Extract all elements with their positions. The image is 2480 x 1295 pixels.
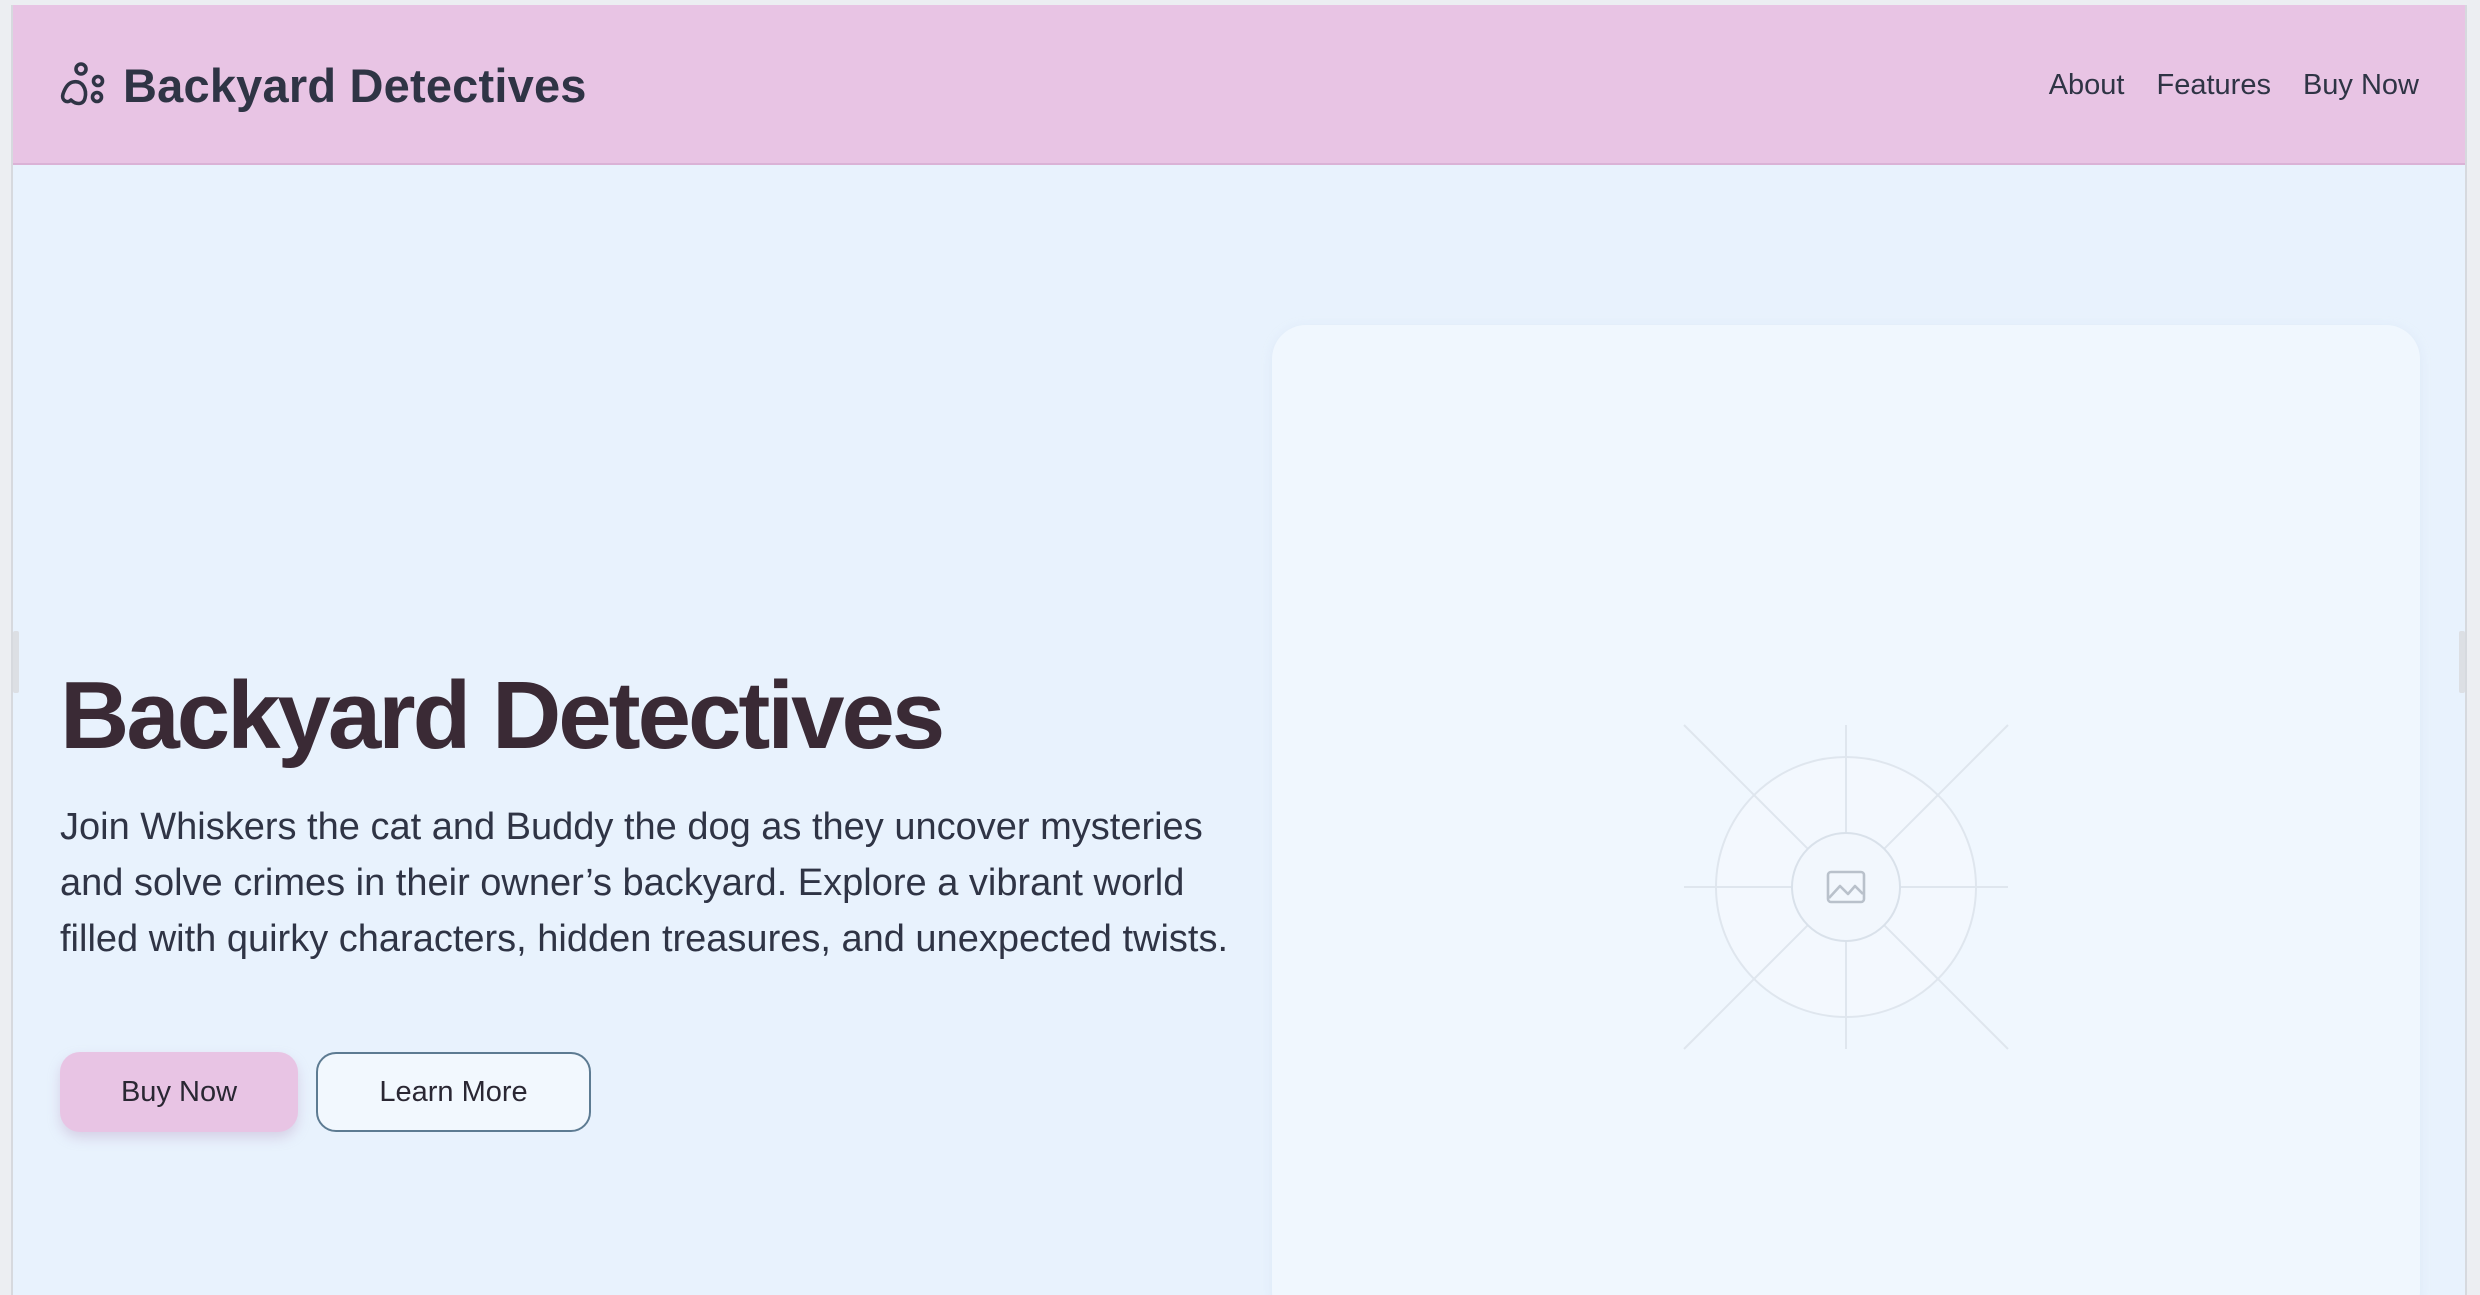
hero-image-placeholder [1272, 325, 2420, 1295]
nav-link-about[interactable]: About [2049, 69, 2125, 102]
nav-link-features[interactable]: Features [2157, 69, 2271, 102]
left-scroll-handle[interactable] [13, 631, 19, 693]
brand-logo-link[interactable]: Backyard Detectives [59, 5, 587, 165]
browser-viewport: Backyard Detectives About Features Buy N… [11, 5, 2467, 1295]
hero-description: Join Whiskers the cat and Buddy the dog … [60, 806, 1229, 960]
main-nav: About Features Buy Now [2049, 5, 2419, 165]
hero-title: Backyard Detectives [60, 662, 945, 769]
nav-link-buy-now[interactable]: Buy Now [2303, 69, 2419, 102]
site-header: Backyard Detectives About Features Buy N… [13, 5, 2465, 165]
learn-more-button[interactable]: Learn More [316, 1052, 591, 1132]
buy-now-button[interactable]: Buy Now [60, 1052, 298, 1132]
brand-name: Backyard Detectives [123, 58, 587, 112]
image-placeholder-icon [1683, 724, 2009, 1050]
right-scroll-handle[interactable] [2459, 631, 2465, 693]
paw-icon [60, 62, 105, 106]
